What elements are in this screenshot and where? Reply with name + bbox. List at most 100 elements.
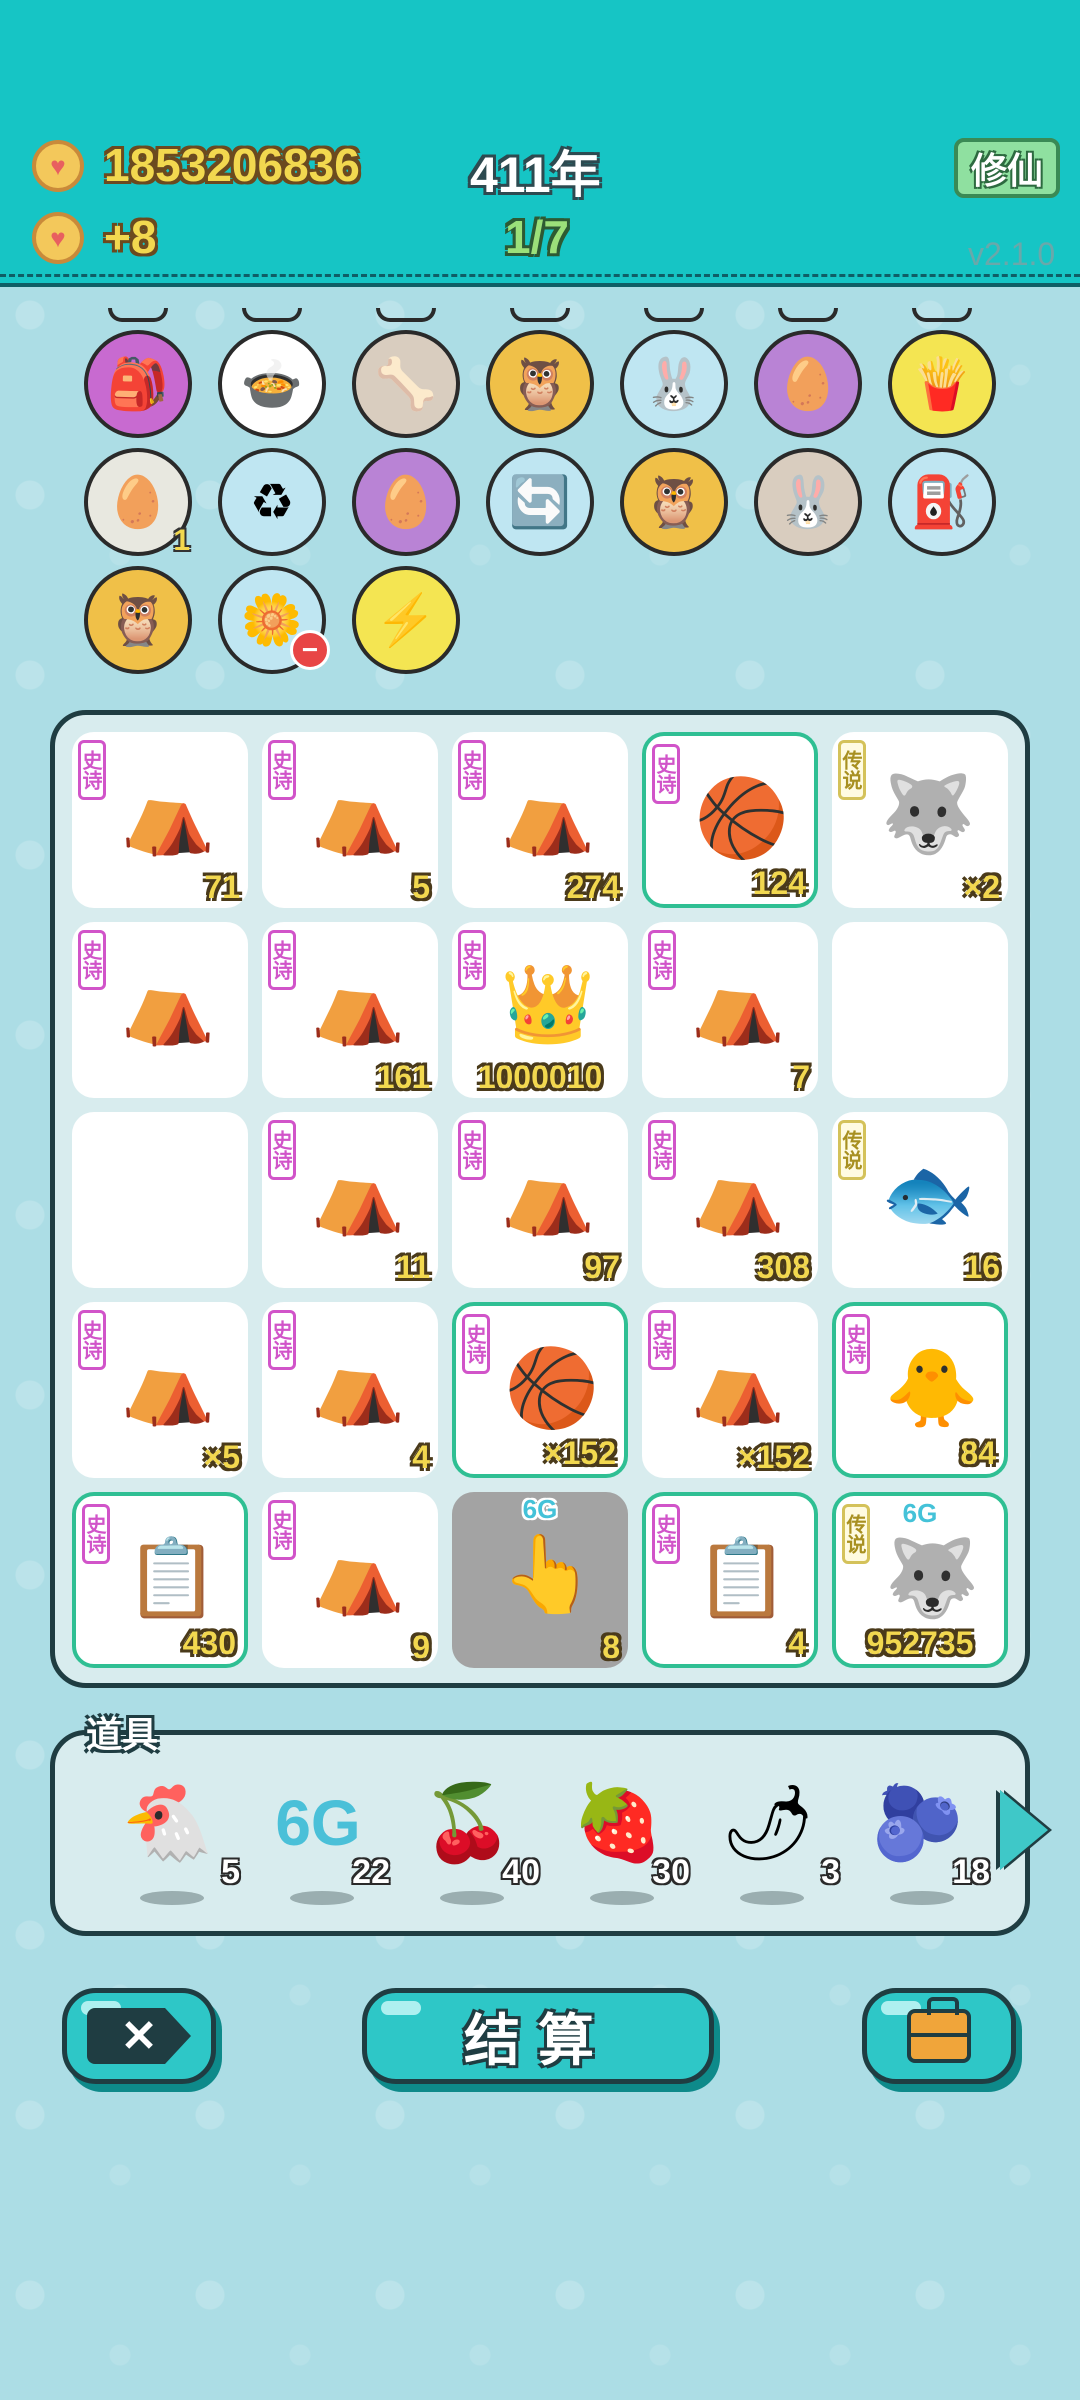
- slot-tile[interactable]: 史诗 📋 430: [72, 1492, 248, 1668]
- cultivation-mode-button[interactable]: 修仙: [954, 138, 1060, 198]
- slot-tile[interactable]: 传说 🐺 ×2: [832, 732, 1008, 908]
- modifier-slot[interactable]: ⛽: [888, 448, 996, 556]
- modifier-slot[interactable]: 🍟: [888, 330, 996, 438]
- slot-tile[interactable]: 传说 🐟 16: [832, 1112, 1008, 1288]
- prop-item[interactable]: 🌶 3: [710, 1775, 840, 1905]
- rarity-badge: 史诗: [268, 930, 296, 990]
- slot-tile[interactable]: 史诗 👑 1000010: [452, 922, 628, 1098]
- rarity-badge: 史诗: [652, 744, 680, 804]
- slot-tile[interactable]: 史诗 🏀 ×152: [452, 1302, 628, 1478]
- rabbit-tent-icon: ⛺: [310, 1532, 406, 1617]
- tile-count: 84: [960, 1435, 996, 1471]
- owls-icon: 🦉: [508, 355, 572, 412]
- coin-total: 1853206836: [104, 139, 360, 191]
- slot-tile[interactable]: 史诗 ⛺ 71: [72, 732, 248, 908]
- slot-tile[interactable]: 史诗 ⛺ 5: [262, 732, 438, 908]
- remove-icon[interactable]: −: [290, 630, 330, 670]
- modifier-partial: [644, 308, 704, 322]
- slot-tile[interactable]: 史诗 ⛺ 161: [262, 922, 438, 1098]
- modifier-slot[interactable]: 🥚: [754, 330, 862, 438]
- close-button[interactable]: ✕: [62, 1988, 216, 2084]
- ctrl-c-ctrl-v-icon: 📋: [694, 1536, 790, 1621]
- tile-count: 308: [756, 1249, 810, 1285]
- copy-basketball-icon: 🏀: [504, 1346, 600, 1431]
- tile-count: 7: [792, 1059, 810, 1095]
- modifier-slot[interactable]: 🦴: [352, 330, 460, 438]
- modifier-slot[interactable]: 🥚: [352, 448, 460, 556]
- slot-tile[interactable]: 史诗 ⛺ 7: [642, 922, 818, 1098]
- prop-item[interactable]: 🍒 40: [410, 1775, 540, 1905]
- rabbit-tent-icon: ⛺: [310, 962, 406, 1047]
- prop-item[interactable]: 🫐 18: [860, 1775, 990, 1905]
- fries-icon: 🍟: [910, 355, 974, 412]
- tile-count: ×2: [963, 869, 1000, 905]
- rabbit-tent-icon: ⛺: [310, 1152, 406, 1237]
- income-coin-icon: ♥: [32, 212, 84, 264]
- prop-shadow: [740, 1891, 804, 1905]
- props-next-arrow-icon[interactable]: [1000, 1790, 1048, 1870]
- rarity-badge: 史诗: [652, 1504, 680, 1564]
- version-label: v2.1.0: [968, 236, 1056, 272]
- tile-count: 274: [566, 869, 620, 905]
- modifier-slot[interactable]: ♻: [218, 448, 326, 556]
- modifier-slot[interactable]: 🐰: [620, 330, 728, 438]
- rarity-badge: 史诗: [82, 1504, 110, 1564]
- slot-tile[interactable]: 史诗 ⛺ 11: [262, 1112, 438, 1288]
- slot-tile[interactable]: 史诗 ⛺ 97: [452, 1112, 628, 1288]
- slot-tile[interactable]: 史诗 ⛺ 9: [262, 1492, 438, 1668]
- slot-tile[interactable]: 史诗 🏀 124: [642, 732, 818, 908]
- slot-tile[interactable]: 6G 👆 8: [452, 1492, 628, 1668]
- modifier-slot[interactable]: 🌼 −: [218, 566, 330, 674]
- props-title: 道具: [86, 1714, 159, 1755]
- slot-tile[interactable]: 史诗 ⛺ ×152: [642, 1302, 818, 1478]
- rarity-badge: 史诗: [268, 1310, 296, 1370]
- rarity-badge: 史诗: [268, 1500, 296, 1560]
- tile-count: 124: [752, 865, 806, 901]
- modifier-slot[interactable]: 🔄: [486, 448, 594, 556]
- recycle-arrows-icon: 🔄: [508, 473, 572, 530]
- modifier-partial: [376, 308, 436, 322]
- prop-item[interactable]: 🐔 5: [110, 1775, 240, 1905]
- backpack-button[interactable]: [862, 1988, 1016, 2084]
- tile-count: 16: [964, 1249, 1000, 1285]
- settle-button[interactable]: 结算: [362, 1988, 714, 2084]
- slot-tile[interactable]: 史诗 ⛺ 4: [262, 1302, 438, 1478]
- prop-count: 18: [952, 1853, 990, 1891]
- prop-item[interactable]: 🍓 30: [560, 1775, 690, 1905]
- tile-count: 952735: [866, 1625, 974, 1661]
- modifier-slot[interactable]: ⚡: [352, 566, 460, 674]
- modifier-partial: [778, 308, 838, 322]
- modifier-slot[interactable]: 🦉: [620, 448, 728, 556]
- rabbit-tent-icon: ⛺: [120, 1342, 216, 1427]
- rarity-badge: 传说: [838, 740, 866, 800]
- modifier-partial: [912, 308, 972, 322]
- modifier-slot[interactable]: 🎒: [84, 330, 192, 438]
- modifier-slot[interactable]: 🥚 1: [84, 448, 192, 557]
- modifier-partial: [242, 308, 302, 322]
- ctrl-c-ctrl-v-icon: 📋: [124, 1536, 220, 1621]
- tile-count: 9: [412, 1629, 430, 1665]
- slot-tile[interactable]: 史诗 ⛺ 308: [642, 1112, 818, 1288]
- modifier-slot[interactable]: 🐰: [754, 448, 862, 556]
- slot-tile[interactable]: 传说 6G 🐺 952735: [832, 1492, 1008, 1668]
- rarity-badge: 传说: [838, 1120, 866, 1180]
- tile-count: 1000010: [477, 1059, 603, 1095]
- modifier-partial: [510, 308, 570, 322]
- modifier-slot[interactable]: 🍲: [218, 330, 326, 438]
- prop-shadow: [140, 1891, 204, 1905]
- slot-tile[interactable]: 史诗 ⛺ 274: [452, 732, 628, 908]
- slot-tile[interactable]: 史诗 ⛺ ×5: [72, 1302, 248, 1478]
- rarity-badge: 史诗: [462, 1314, 490, 1374]
- slot-tile[interactable]: 史诗 🐥 84: [832, 1302, 1008, 1478]
- empty-slot[interactable]: [72, 1112, 248, 1288]
- slot-tile[interactable]: 史诗 📋 4: [642, 1492, 818, 1668]
- slot-tile[interactable]: 史诗 ⛺: [72, 922, 248, 1098]
- rarity-badge: 史诗: [458, 1120, 486, 1180]
- tile-count: 161: [376, 1059, 430, 1095]
- empty-slot[interactable]: [832, 922, 1008, 1098]
- modifier-slot[interactable]: 🦉: [84, 566, 192, 674]
- prop-item[interactable]: 6G 22: [260, 1775, 390, 1905]
- modifier-slot[interactable]: 🦉: [486, 330, 594, 438]
- prop-count: 40: [502, 1853, 540, 1891]
- tile-count: 4: [412, 1439, 430, 1475]
